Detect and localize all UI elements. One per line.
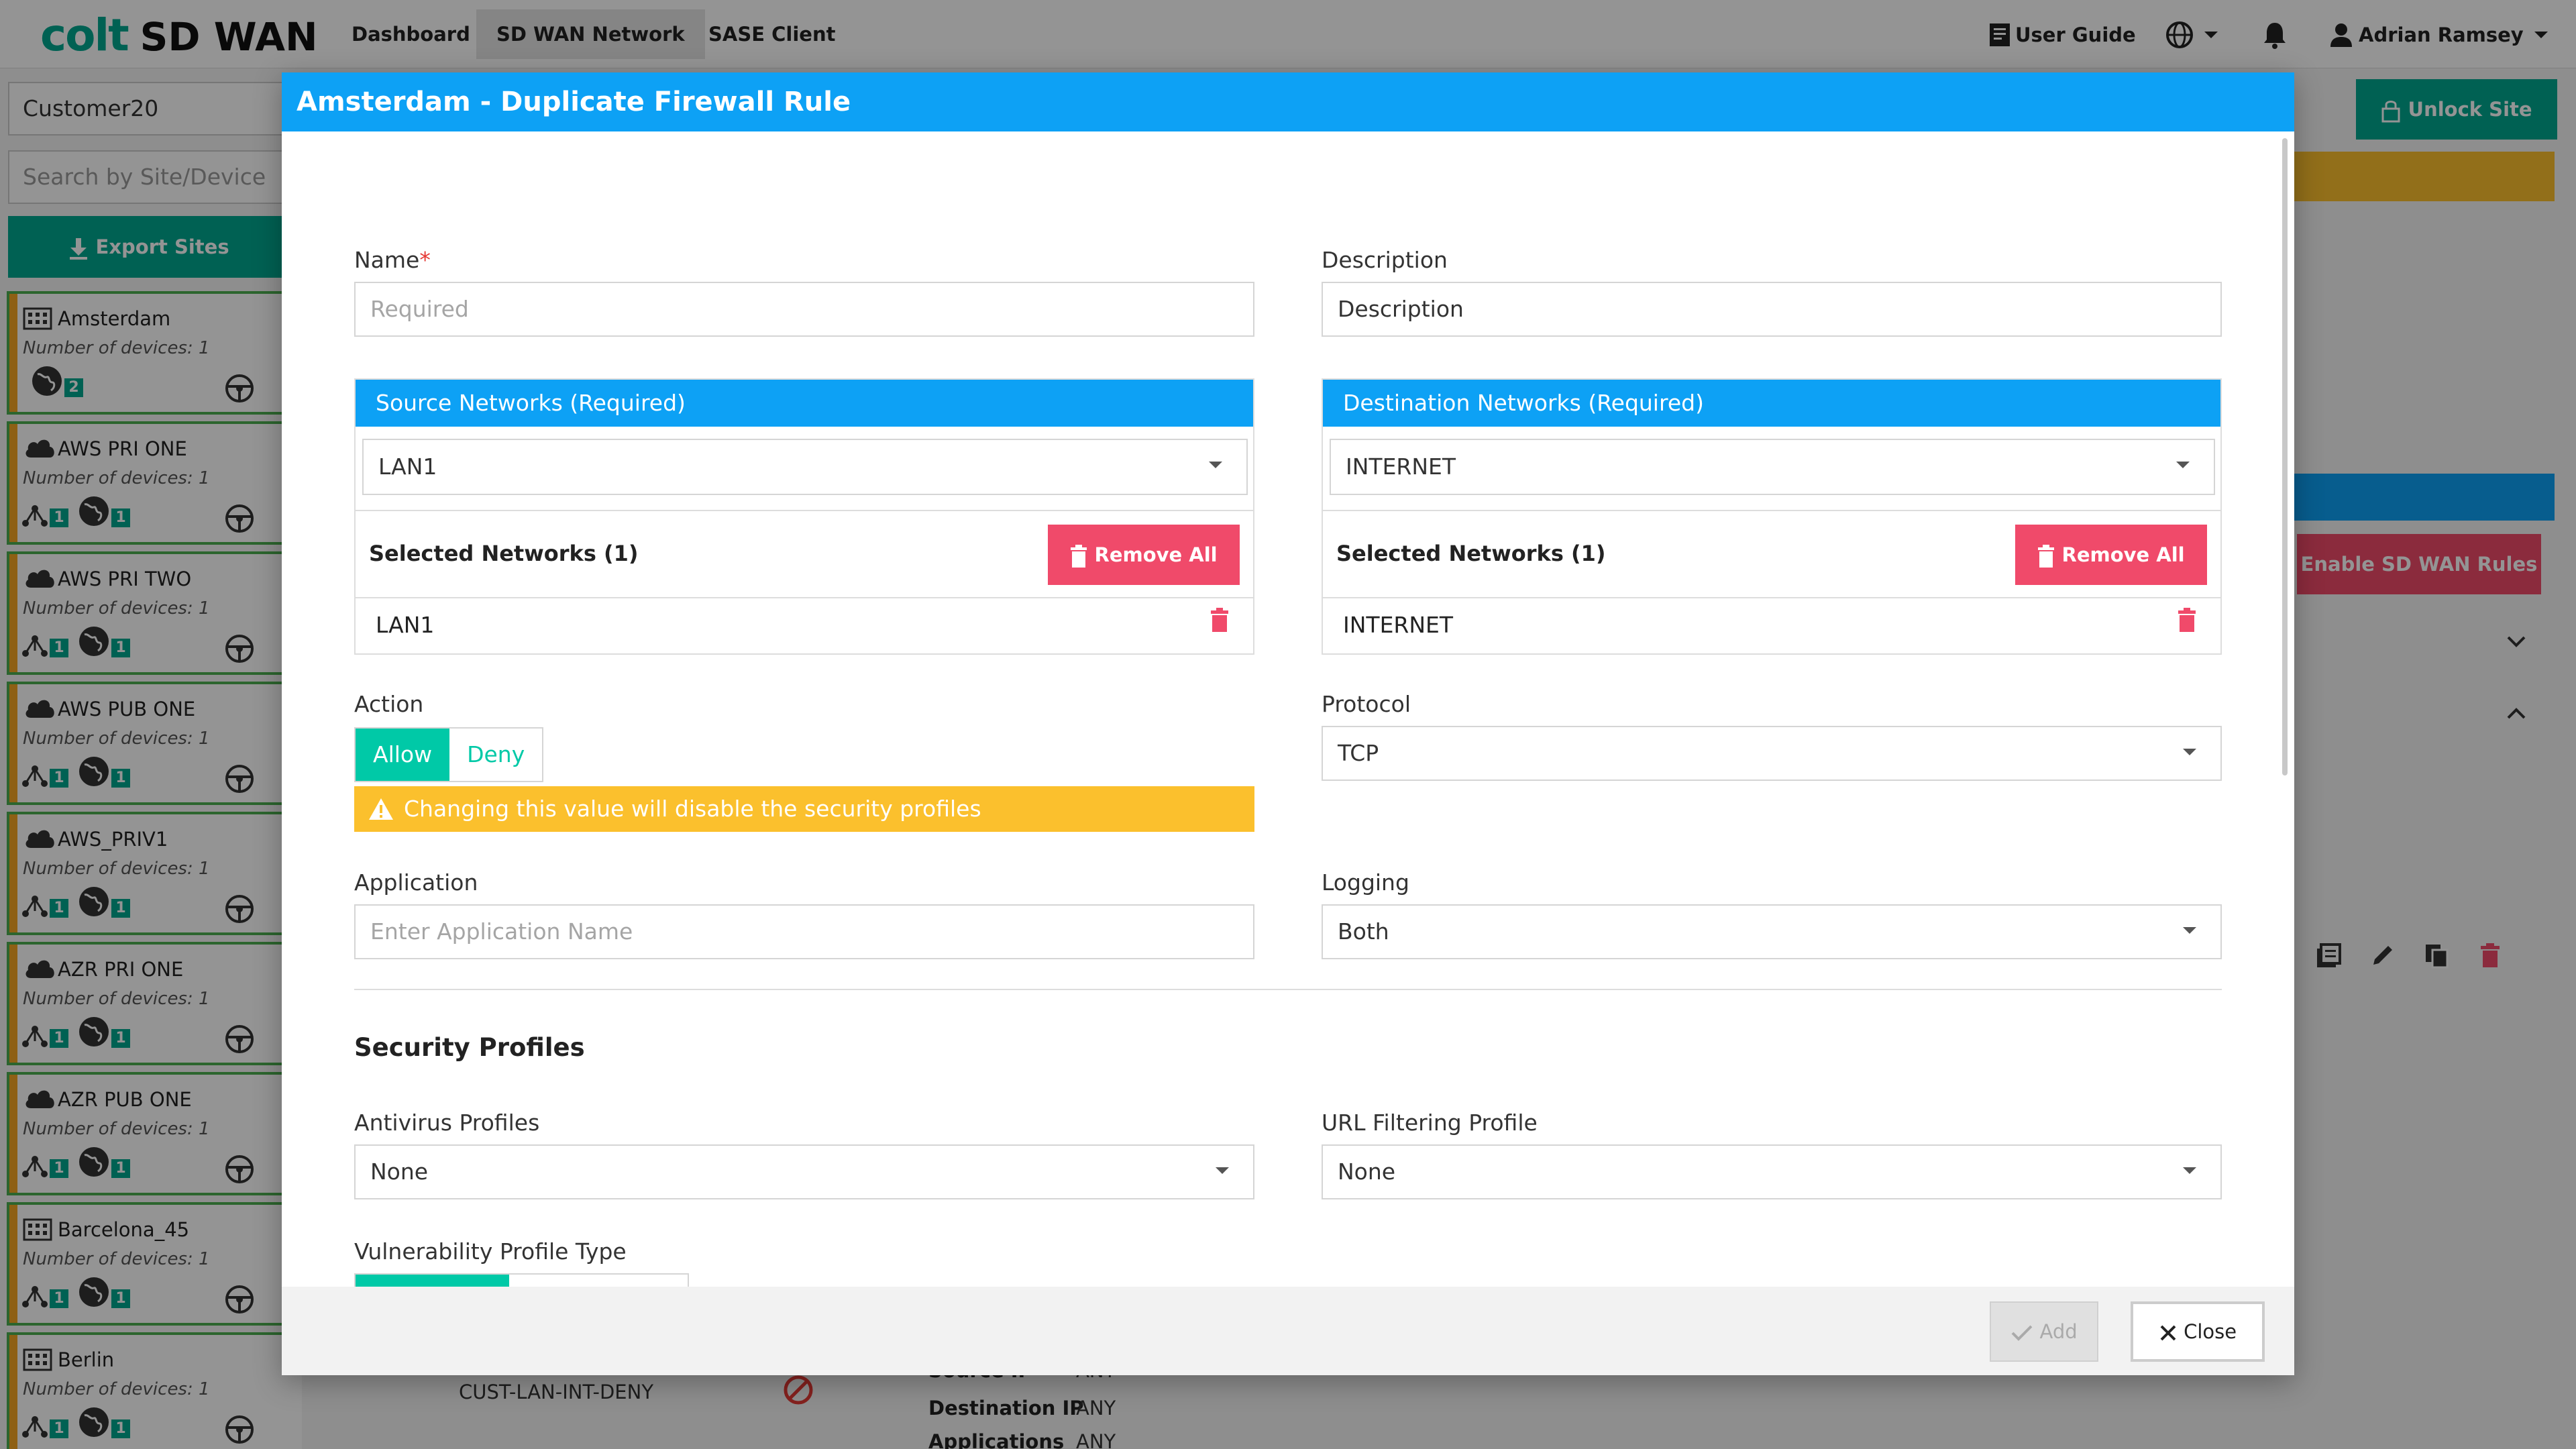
protocol-value: TCP <box>1338 740 1379 766</box>
action-allow-option[interactable]: Allow <box>356 729 450 781</box>
name-label: Name* <box>354 247 431 273</box>
url-filtering-value: None <box>1338 1159 1396 1185</box>
dialog-body: Name* Required Description Description S… <box>282 131 2294 1358</box>
antivirus-value: None <box>370 1159 429 1185</box>
logging-value: Both <box>1338 918 1389 945</box>
action-label: Action <box>354 691 424 717</box>
trash-icon[interactable] <box>2178 608 2196 632</box>
chevron-down-icon <box>2183 749 2196 755</box>
url-filtering-select[interactable]: None <box>1322 1144 2222 1199</box>
chevron-down-icon <box>2183 927 2196 934</box>
destination-remove-all-label: Remove All <box>2061 543 2185 566</box>
trash-icon <box>1071 545 1087 568</box>
name-label-text: Name <box>354 247 420 273</box>
source-selected-title: Selected Networks (1) <box>369 541 639 566</box>
duplicate-firewall-rule-dialog: Amsterdam - Duplicate Firewall Rule Name… <box>282 72 2294 1375</box>
source-network-select-value: LAN1 <box>378 453 437 480</box>
close-button[interactable]: Close <box>2131 1301 2265 1362</box>
warning-icon <box>369 798 393 820</box>
source-remove-all-label: Remove All <box>1094 543 1218 566</box>
add-button[interactable]: Add <box>1990 1301 2098 1362</box>
destination-network-select-value: INTERNET <box>1346 453 1456 480</box>
description-input[interactable]: Description <box>1322 282 2222 337</box>
destination-selected-title: Selected Networks (1) <box>1336 541 1606 566</box>
destination-remove-all-button[interactable]: Remove All <box>2015 525 2207 585</box>
check-icon <box>2011 1325 2033 1341</box>
antivirus-select[interactable]: None <box>354 1144 1254 1199</box>
warning-text: Changing this value will disable the sec… <box>404 796 981 822</box>
add-label: Add <box>2039 1320 2078 1343</box>
dialog-title: Amsterdam - Duplicate Firewall Rule <box>282 72 2294 131</box>
vulnerability-profile-label: Vulnerability Profile Type <box>354 1238 627 1265</box>
destination-selected-item: INTERNET <box>1343 612 1454 638</box>
trash-icon <box>2038 545 2055 568</box>
close-icon <box>2160 1325 2176 1341</box>
application-label: Application <box>354 869 478 896</box>
chevron-down-icon <box>1216 1167 1229 1174</box>
trash-icon[interactable] <box>1210 608 1229 632</box>
chevron-down-icon <box>2176 462 2190 468</box>
source-selected-item: LAN1 <box>376 612 435 638</box>
source-remove-all-button[interactable]: Remove All <box>1048 525 1240 585</box>
destination-network-select[interactable]: INTERNET <box>1330 439 2215 495</box>
name-input[interactable]: Required <box>354 282 1254 337</box>
destination-selected-header: Selected Networks (1) Remove All <box>1323 510 2220 598</box>
action-toggle: Allow Deny <box>354 727 544 782</box>
security-profiles-title: Security Profiles <box>354 1033 585 1062</box>
description-label: Description <box>1322 247 1448 273</box>
logging-label: Logging <box>1322 869 1409 896</box>
source-networks-panel: Source Networks (Required) LAN1 Selected… <box>354 378 1254 655</box>
source-networks-header: Source Networks (Required) <box>356 380 1253 427</box>
destination-networks-header: Destination Networks (Required) <box>1323 380 2220 427</box>
antivirus-label: Antivirus Profiles <box>354 1110 540 1136</box>
chevron-down-icon <box>2183 1167 2196 1174</box>
section-divider <box>354 989 2222 990</box>
application-input[interactable]: Enter Application Name <box>354 904 1254 959</box>
close-label: Close <box>2184 1320 2237 1343</box>
required-marker: * <box>419 247 431 273</box>
url-filtering-label: URL Filtering Profile <box>1322 1110 1538 1136</box>
security-profile-warning: Changing this value will disable the sec… <box>354 786 1254 832</box>
source-network-select[interactable]: LAN1 <box>362 439 1248 495</box>
source-selected-header: Selected Networks (1) Remove All <box>356 510 1253 598</box>
protocol-select[interactable]: TCP <box>1322 726 2222 781</box>
logging-select[interactable]: Both <box>1322 904 2222 959</box>
action-deny-option[interactable]: Deny <box>449 729 543 781</box>
protocol-label: Protocol <box>1322 691 1411 717</box>
chevron-down-icon <box>1209 462 1222 468</box>
destination-networks-panel: Destination Networks (Required) INTERNET… <box>1322 378 2222 655</box>
